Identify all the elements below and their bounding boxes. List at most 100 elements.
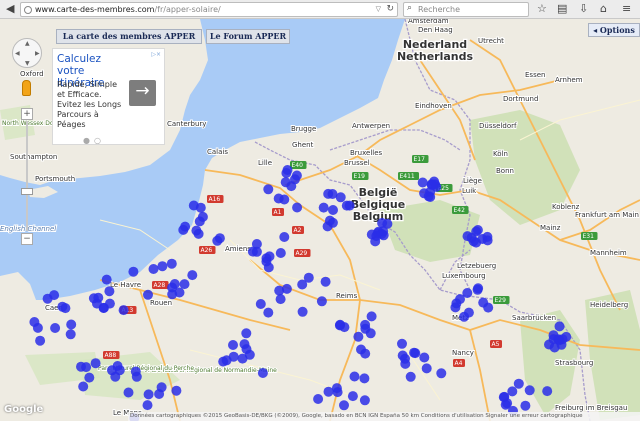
member-marker[interactable]: [154, 389, 165, 399]
member-marker[interactable]: [166, 258, 177, 269]
member-marker[interactable]: [142, 400, 153, 411]
ad-pager-dots[interactable]: ●○: [83, 136, 105, 145]
reload-icon[interactable]: ↻: [386, 3, 394, 16]
member-marker[interactable]: [78, 381, 89, 392]
download-icon[interactable]: ⇩: [579, 1, 588, 17]
member-marker[interactable]: [275, 248, 286, 258]
pan-left-icon[interactable]: ◀: [15, 50, 20, 57]
member-marker[interactable]: [339, 400, 349, 411]
member-marker[interactable]: [212, 235, 223, 246]
member-marker[interactable]: [178, 224, 189, 235]
member-marker[interactable]: [410, 348, 421, 359]
search-bar[interactable]: ⌕ Recherche: [403, 2, 529, 17]
member-marker[interactable]: [131, 371, 142, 382]
member-marker[interactable]: [313, 394, 324, 404]
member-marker[interactable]: [76, 361, 86, 372]
member-marker[interactable]: [179, 279, 190, 290]
url-bar[interactable]: www.carte-des-membres.com/fr/apper-solai…: [20, 2, 398, 17]
member-marker[interactable]: [291, 170, 302, 181]
member-marker[interactable]: [90, 358, 101, 369]
member-marker[interactable]: [524, 385, 535, 396]
member-marker[interactable]: [377, 218, 388, 228]
member-marker[interactable]: [520, 400, 531, 411]
member-marker[interactable]: [320, 276, 331, 287]
ad-go-arrow-icon[interactable]: →: [129, 80, 156, 106]
member-marker[interactable]: [323, 386, 334, 397]
member-marker[interactable]: [104, 286, 115, 297]
member-marker[interactable]: [98, 302, 109, 313]
back-icon[interactable]: ◀: [6, 1, 14, 17]
member-marker[interactable]: [359, 373, 370, 384]
member-marker[interactable]: [123, 387, 134, 398]
member-marker[interactable]: [174, 287, 185, 298]
member-marker[interactable]: [297, 306, 308, 317]
member-marker[interactable]: [42, 293, 53, 304]
member-marker[interactable]: [237, 353, 248, 364]
zoom-out-button[interactable]: −: [21, 233, 33, 245]
member-marker[interactable]: [316, 296, 327, 307]
member-marker[interactable]: [281, 168, 292, 178]
member-marker[interactable]: [353, 331, 364, 342]
member-marker[interactable]: [318, 202, 329, 213]
member-marker[interactable]: [228, 351, 239, 362]
member-marker[interactable]: [472, 284, 483, 295]
member-marker[interactable]: [228, 340, 238, 350]
member-marker[interactable]: [171, 385, 182, 396]
forum-button[interactable]: Le Forum APPER: [206, 29, 290, 44]
member-marker[interactable]: [261, 256, 272, 267]
member-marker[interactable]: [66, 319, 77, 330]
member-marker[interactable]: [347, 391, 358, 402]
member-marker[interactable]: [513, 378, 524, 389]
member-marker[interactable]: [279, 194, 290, 205]
member-marker[interactable]: [279, 232, 290, 242]
member-marker[interactable]: [431, 181, 442, 192]
pan-up-icon[interactable]: ▲: [25, 40, 30, 47]
member-marker[interactable]: [397, 338, 407, 349]
member-marker[interactable]: [323, 188, 334, 199]
member-marker[interactable]: [65, 329, 76, 340]
member-marker[interactable]: [419, 352, 430, 363]
zoom-slider-track[interactable]: [26, 121, 28, 231]
pan-down-icon[interactable]: ▼: [25, 60, 30, 67]
member-marker[interactable]: [157, 261, 168, 272]
member-marker[interactable]: [554, 321, 565, 332]
member-marker[interactable]: [359, 395, 370, 406]
member-marker[interactable]: [143, 389, 154, 400]
member-marker[interactable]: [417, 177, 428, 188]
member-marker[interactable]: [327, 217, 338, 228]
member-marker[interactable]: [114, 365, 125, 376]
member-marker[interactable]: [366, 311, 377, 322]
member-marker[interactable]: [193, 228, 204, 239]
member-marker[interactable]: [35, 335, 46, 346]
member-marker[interactable]: [263, 307, 274, 318]
member-marker[interactable]: [148, 264, 159, 274]
member-marker[interactable]: [263, 184, 274, 195]
member-marker[interactable]: [197, 211, 208, 222]
member-marker[interactable]: [554, 335, 565, 346]
options-button[interactable]: ◂ Options: [588, 23, 640, 37]
member-marker[interactable]: [280, 177, 291, 188]
member-marker[interactable]: [335, 192, 346, 203]
bookmarks-list-icon[interactable]: ▤: [557, 1, 567, 17]
ad-box[interactable]: ▷× Calculez votre Itinéraire Rapide, Sim…: [52, 48, 165, 145]
member-marker[interactable]: [50, 323, 61, 333]
member-marker[interactable]: [344, 200, 355, 211]
pegman-icon[interactable]: [22, 80, 31, 96]
member-marker[interactable]: [281, 283, 292, 294]
member-marker[interactable]: [32, 322, 43, 333]
member-marker[interactable]: [483, 302, 494, 313]
member-marker[interactable]: [455, 294, 465, 305]
member-marker[interactable]: [482, 231, 493, 242]
member-marker[interactable]: [187, 270, 198, 281]
home-icon[interactable]: ⌂: [600, 1, 607, 17]
member-marker[interactable]: [292, 202, 303, 213]
pan-right-icon[interactable]: ▶: [35, 50, 40, 57]
member-marker[interactable]: [498, 392, 509, 403]
menu-icon[interactable]: ≡: [622, 1, 631, 17]
zoom-slider-handle[interactable]: [21, 188, 33, 195]
url-dropdown-icon[interactable]: ▽: [376, 3, 381, 16]
member-marker[interactable]: [84, 372, 95, 383]
member-marker[interactable]: [466, 232, 477, 243]
member-marker[interactable]: [169, 279, 180, 289]
zoom-in-button[interactable]: +: [21, 108, 33, 120]
